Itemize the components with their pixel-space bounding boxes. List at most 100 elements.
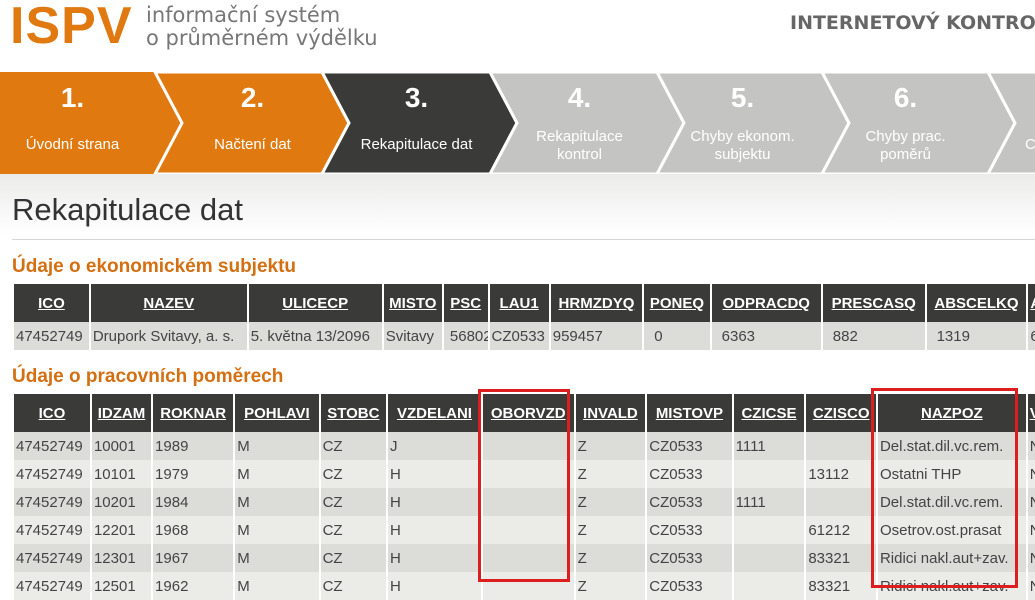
highlight-oborvzd-column [478, 389, 570, 582]
column-header-misto[interactable]: MISTO [383, 284, 442, 322]
table-cell: Z [575, 516, 646, 544]
column-header-lau1[interactable]: LAU1 [489, 284, 549, 322]
column-header-poneq[interactable]: PONEQ [644, 284, 710, 322]
table-cell: M [235, 432, 319, 460]
step-5: 5. Chyby ekonom. subjektu [660, 72, 825, 174]
table-cell [733, 516, 805, 544]
table-cell: Z [575, 432, 646, 460]
step-5-label-line-2: subjektu [714, 146, 771, 163]
table-cell: 1111 [733, 488, 805, 516]
table-cell: 12201 [91, 516, 152, 544]
column-header-prescasq[interactable]: PRESCASQ [822, 284, 925, 322]
table-cell [733, 544, 805, 572]
table-cell: 47452749 [14, 488, 90, 516]
table-cell: 0 [644, 322, 710, 350]
table-cell: 60 [1028, 322, 1035, 350]
column-header-v[interactable]: V [1027, 394, 1035, 432]
tagline-line-2: o průměrném výdělku [146, 26, 378, 50]
table-cell: J [388, 432, 481, 460]
table-cell: CZ [320, 488, 387, 516]
step-4: 4. Rekapitulace kontrol [497, 72, 662, 174]
table-cell: CZ0533 [647, 460, 732, 488]
table-cell: H [388, 544, 481, 572]
column-header-roknar[interactable]: ROKNAR [153, 394, 234, 432]
table-cell: 1962 [153, 572, 234, 600]
table-cell: CZ [320, 460, 387, 488]
table-cell: CZ0533 [647, 544, 732, 572]
table-cell: Drupork Svitavy, a. s. [90, 322, 247, 350]
table-cell: H [388, 460, 481, 488]
step-7-label: C [1025, 136, 1035, 153]
column-header-czisco[interactable]: CZISCO [806, 394, 876, 432]
column-header-nazev[interactable]: NAZEV [90, 284, 247, 322]
table-cell: 47452749 [14, 572, 90, 600]
table-cell: CZ0533 [647, 488, 732, 516]
table-cell: 1984 [153, 488, 234, 516]
table-cell: CZ0533 [489, 322, 549, 350]
table-cell: M [235, 544, 319, 572]
column-header-abscelkq[interactable]: ABSCELKQ [926, 284, 1027, 322]
table-cell: N [1027, 488, 1035, 516]
table-cell [806, 432, 876, 460]
column-header-invald[interactable]: INVALD [575, 394, 646, 432]
table-cell: M [235, 572, 319, 600]
column-header-czicse[interactable]: CZICSE [733, 394, 805, 432]
subject-table: ICO NAZEV ULICECP MISTO PSC LAU1 HRMZDYQ… [12, 284, 1035, 350]
column-header-hrmzdyq[interactable]: HRMZDYQ [550, 284, 643, 322]
column-header-odpracdq[interactable]: ODPRACDQ [711, 284, 821, 322]
table-cell [806, 488, 876, 516]
tagline-line-1: informační systém [146, 3, 341, 27]
column-header-stobc[interactable]: STOBC [320, 394, 387, 432]
step-3[interactable]: 3. Rekapitulace dat [334, 72, 499, 174]
column-header-psc[interactable]: PSC [443, 284, 488, 322]
table-cell [733, 460, 805, 488]
employment-section-title: Údaje o pracovních poměrech [12, 366, 284, 387]
table-cell: 959457 [550, 322, 643, 350]
tagline: informační systém o průměrném výdělku [146, 4, 378, 50]
step-4-label-line-1: Rekapitulace [536, 128, 623, 145]
column-header-idzam[interactable]: IDZAM [91, 394, 152, 432]
column-header-ulicecp[interactable]: ULICECP [248, 284, 382, 322]
step-5-label-line-1: Chyby ekonom. [690, 128, 795, 145]
subject-section-title: Údaje o ekonomickém subjektu [12, 256, 297, 277]
table-cell: H [388, 488, 481, 516]
table-cell: 10001 [91, 432, 152, 460]
step-6-number: 6. [893, 82, 918, 113]
step-2[interactable]: 2. Načtení dat [170, 72, 335, 174]
table-cell [733, 572, 805, 600]
table-cell: 1967 [153, 544, 234, 572]
table-cell: N [1027, 460, 1035, 488]
app-header: ISPV informační systém o průměrném výděl… [0, 0, 1035, 72]
header-title: INTERNETOVÝ KONTRO [790, 12, 1035, 34]
table-cell: 47452749 [14, 544, 90, 572]
table-cell: 1979 [153, 460, 234, 488]
column-header-ico[interactable]: ICO [14, 394, 90, 432]
table-cell: 83321 [806, 544, 876, 572]
wizard-steps: 1. Úvodní strana 2. Načtení dat 3. Rekap… [0, 72, 1035, 174]
step-6-label-line-2: poměrů [880, 146, 931, 163]
table-cell: 61212 [806, 516, 876, 544]
step-6-label-line-1: Chyby prac. [865, 128, 946, 145]
subject-header-row: ICO NAZEV ULICECP MISTO PSC LAU1 HRMZDYQ… [14, 284, 1035, 322]
column-header-pohlavi[interactable]: POHLAVI [235, 394, 319, 432]
step-1[interactable]: 1. Úvodní strana [0, 72, 165, 174]
table-cell: Z [575, 544, 646, 572]
step-5-number: 5. [730, 82, 755, 113]
divider [12, 239, 1035, 240]
step-3-label: Rekapitulace dat [360, 136, 473, 153]
ispv-logo[interactable]: ISPV [10, 0, 133, 56]
column-header-vzdelani[interactable]: VZDELANI [388, 394, 481, 432]
subject-row: 47452749 Drupork Svitavy, a. s. 5. květn… [14, 322, 1035, 350]
table-cell: Z [575, 460, 646, 488]
step-1-label: Úvodní strana [25, 136, 120, 153]
table-cell: 10101 [91, 460, 152, 488]
column-header-a[interactable]: A [1028, 284, 1035, 322]
table-cell: 12501 [91, 572, 152, 600]
table-cell: 47452749 [14, 460, 90, 488]
column-header-mistovp[interactable]: MISTOVP [647, 394, 732, 432]
table-cell: CZ0533 [647, 432, 732, 460]
step-7: C [1020, 72, 1035, 174]
column-header-ico[interactable]: ICO [14, 284, 89, 322]
table-cell: H [388, 516, 481, 544]
table-cell: 56802 [443, 322, 488, 350]
